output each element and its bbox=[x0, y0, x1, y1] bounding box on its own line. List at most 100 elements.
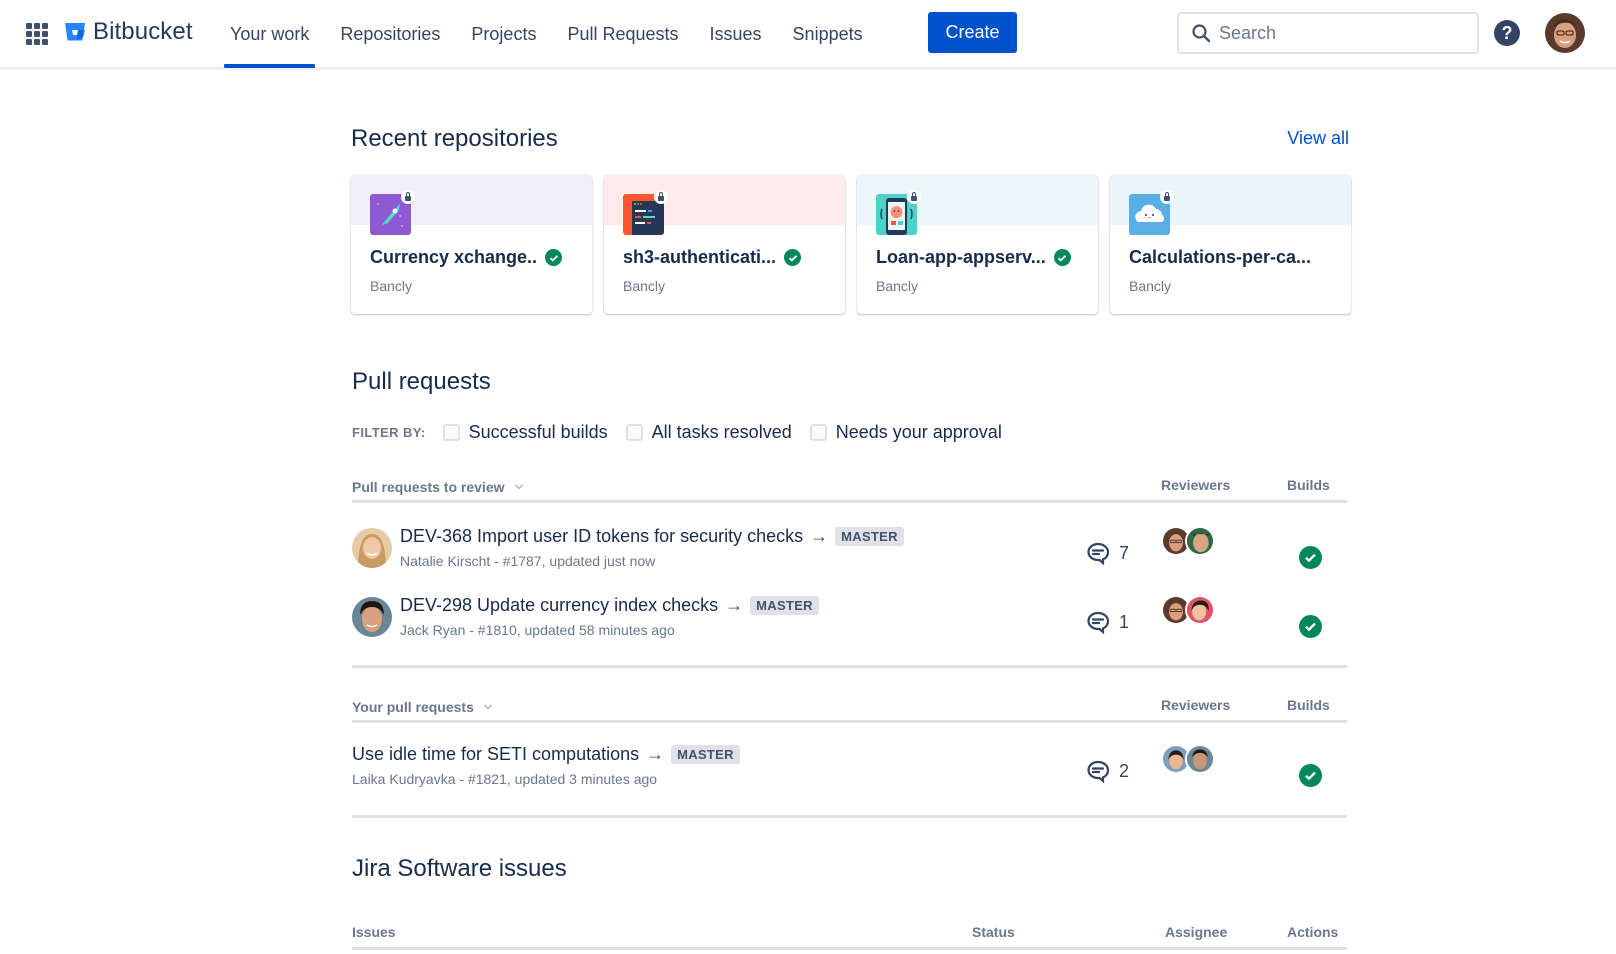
reviewer-avatars bbox=[1161, 595, 1215, 625]
arrow-right-icon: → bbox=[725, 595, 744, 615]
column-builds: Builds bbox=[1287, 697, 1330, 713]
recent-repositories-list: Currency xchange.. Bancly sh3-authentica… bbox=[351, 175, 1351, 314]
pr-meta: Natalie Kirscht - #1787, updated just no… bbox=[400, 553, 656, 569]
pr-row[interactable]: Use idle time for SETI computations → MA… bbox=[352, 738, 1347, 798]
arrow-right-icon: → bbox=[646, 744, 665, 764]
chevron-down-icon bbox=[483, 701, 492, 709]
pr-meta: Jack Ryan - #1810, updated 58 minutes ag… bbox=[400, 622, 675, 638]
private-lock-icon bbox=[401, 190, 415, 204]
jira-issues-header: Issues Status Assignee Actions bbox=[352, 917, 1347, 950]
author-avatar bbox=[352, 528, 392, 568]
pr-to-review-toggle[interactable]: Pull requests to review bbox=[352, 479, 523, 495]
column-issues: Issues bbox=[352, 924, 396, 940]
arrow-right-icon: → bbox=[810, 526, 829, 546]
build-success-icon bbox=[1299, 546, 1322, 569]
column-reviewers: Reviewers bbox=[1161, 697, 1231, 713]
section-divider bbox=[352, 665, 1347, 668]
bitbucket-logo-icon bbox=[65, 23, 85, 41]
nav-your-work[interactable]: Your work bbox=[223, 0, 316, 69]
comment-count: 1 bbox=[1086, 610, 1129, 634]
recent-repositories-title: Recent repositories bbox=[351, 125, 558, 152]
checkbox[interactable] bbox=[809, 424, 827, 441]
column-actions: Actions bbox=[1287, 924, 1339, 940]
author-avatar bbox=[352, 597, 392, 637]
reviewer-avatars bbox=[1161, 744, 1215, 774]
reviewer-avatars bbox=[1161, 526, 1215, 556]
section-divider bbox=[352, 815, 1347, 818]
repo-name: Loan-app-appserv... bbox=[876, 247, 1046, 267]
column-reviewers: Reviewers bbox=[1161, 477, 1231, 493]
checkbox[interactable] bbox=[442, 424, 460, 441]
column-status: Status bbox=[972, 924, 1015, 940]
private-lock-icon bbox=[654, 190, 668, 204]
app-name: Bitbucket bbox=[93, 18, 193, 45]
comment-count: 7 bbox=[1086, 541, 1129, 565]
filter-needs-your-approval[interactable]: Needs your approval bbox=[809, 422, 1002, 443]
column-assignee: Assignee bbox=[1165, 924, 1228, 940]
filter-label: FILTER BY: bbox=[352, 425, 426, 440]
nav-projects[interactable]: Projects bbox=[471, 0, 536, 69]
your-prs-toggle[interactable]: Your pull requests bbox=[352, 699, 492, 715]
repo-workspace: Bancly bbox=[1129, 278, 1172, 294]
build-status bbox=[1299, 764, 1322, 787]
chevron-down-icon bbox=[514, 481, 523, 489]
repo-workspace: Bancly bbox=[623, 278, 666, 294]
create-button[interactable]: Create bbox=[928, 12, 1017, 53]
checkbox[interactable] bbox=[625, 424, 643, 441]
pull-requests-title: Pull requests bbox=[352, 368, 491, 395]
repo-name: Currency xchange.. bbox=[370, 247, 538, 267]
nav-pull-requests[interactable]: Pull Requests bbox=[567, 0, 678, 69]
build-success-icon bbox=[545, 249, 563, 266]
comment-count: 2 bbox=[1086, 759, 1129, 783]
private-lock-icon bbox=[907, 190, 921, 204]
help-icon[interactable]: ? bbox=[1494, 20, 1520, 46]
nav-repositories[interactable]: Repositories bbox=[340, 0, 440, 69]
pr-title[interactable]: DEV-368 Import user ID tokens for securi… bbox=[400, 526, 803, 547]
build-success-icon bbox=[1299, 764, 1322, 787]
repo-card[interactable]: sh3-authenticati... Bancly bbox=[604, 175, 845, 314]
search-input[interactable] bbox=[1219, 22, 1459, 44]
reviewer-avatar[interactable] bbox=[1185, 595, 1215, 625]
target-branch-lozenge: MASTER bbox=[750, 596, 819, 615]
pr-title[interactable]: DEV-298 Update currency index checks bbox=[400, 595, 718, 616]
repo-card[interactable]: Calculations-per-ca... Bancly bbox=[1110, 175, 1351, 314]
nav-snippets[interactable]: Snippets bbox=[793, 0, 863, 69]
pr-row[interactable]: DEV-368 Import user ID tokens for securi… bbox=[352, 520, 1347, 580]
private-lock-icon bbox=[1160, 190, 1174, 204]
reviewer-avatar[interactable] bbox=[1185, 526, 1215, 556]
repo-card[interactable]: Loan-app-appserv... Bancly bbox=[857, 175, 1098, 314]
bitbucket-logo[interactable]: Bitbucket bbox=[64, 18, 193, 46]
build-status bbox=[1299, 615, 1322, 638]
filter-successful-builds[interactable]: Successful builds bbox=[442, 422, 608, 443]
comment-icon bbox=[1087, 542, 1110, 565]
build-success-icon bbox=[1299, 615, 1322, 638]
pr-row[interactable]: DEV-298 Update currency index checks → M… bbox=[352, 589, 1347, 649]
main-nav: Your work Repositories Projects Pull Req… bbox=[223, 0, 894, 69]
search-icon bbox=[1192, 24, 1211, 43]
build-success-icon bbox=[1053, 249, 1071, 266]
view-all-link[interactable]: View all bbox=[1287, 128, 1349, 149]
profile-avatar[interactable] bbox=[1545, 13, 1585, 53]
build-success-icon bbox=[784, 249, 802, 266]
app-switcher-icon[interactable] bbox=[26, 23, 48, 45]
your-prs-header: Your pull requests Reviewers Builds bbox=[352, 690, 1347, 723]
nav-issues[interactable]: Issues bbox=[710, 0, 762, 69]
repo-card[interactable]: Currency xchange.. Bancly bbox=[351, 175, 592, 314]
repo-name: Calculations-per-ca... bbox=[1129, 247, 1312, 267]
comment-icon bbox=[1087, 760, 1110, 783]
target-branch-lozenge: MASTER bbox=[671, 745, 740, 764]
repo-workspace: Bancly bbox=[876, 278, 919, 294]
pr-to-review-header: Pull requests to review Reviewers Builds bbox=[352, 470, 1347, 503]
column-builds: Builds bbox=[1287, 477, 1330, 493]
search-box[interactable] bbox=[1177, 12, 1479, 54]
pr-title[interactable]: Use idle time for SETI computations bbox=[352, 744, 639, 765]
pr-filters: FILTER BY: Successful builds All tasks r… bbox=[352, 422, 1020, 443]
reviewer-avatar[interactable] bbox=[1185, 744, 1215, 774]
repo-name: sh3-authenticati... bbox=[623, 247, 777, 267]
build-status bbox=[1299, 546, 1322, 569]
jira-issues-title: Jira Software issues bbox=[352, 855, 567, 882]
filter-all-tasks-resolved[interactable]: All tasks resolved bbox=[625, 422, 792, 443]
pr-meta: Laika Kudryavka - #1821, updated 3 minut… bbox=[352, 771, 658, 787]
target-branch-lozenge: MASTER bbox=[835, 527, 904, 546]
comment-icon bbox=[1087, 611, 1110, 634]
